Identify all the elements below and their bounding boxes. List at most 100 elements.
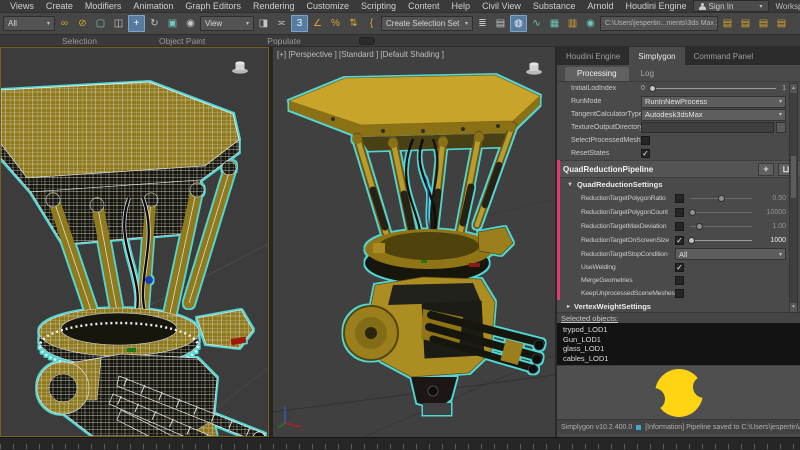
rectangular-selection-region-icon[interactable]: ▢	[92, 15, 109, 32]
project-folder-icon[interactable]: ▤	[773, 15, 790, 32]
unlink-selection-icon[interactable]: ⊘	[74, 15, 91, 32]
maxscript-icon[interactable]: {	[363, 15, 380, 32]
add-pipeline-icon[interactable]: +	[758, 162, 774, 176]
polygoncount-checkbox[interactable]	[675, 207, 684, 217]
rendered-frame-icon[interactable]: ▥	[564, 15, 581, 32]
select-and-scale-icon[interactable]: ▣	[164, 15, 181, 32]
polygoncount-slider[interactable]	[689, 208, 752, 216]
onscreensize-slider[interactable]	[688, 236, 752, 244]
keepunprocessed-checkbox[interactable]	[675, 289, 684, 298]
user-icon	[698, 2, 706, 10]
scroll-up-icon[interactable]: ▲	[790, 84, 797, 93]
layer-explorer-icon[interactable]: ▤	[492, 15, 509, 32]
ribbon-tab-populate[interactable]: Populate	[267, 36, 301, 46]
polygonratio-checkbox[interactable]	[675, 193, 684, 203]
project-folder-icon[interactable]: ▤	[719, 15, 736, 32]
tab-processing[interactable]: Processing	[565, 67, 629, 81]
scroll-down-icon[interactable]: ▼	[790, 303, 797, 312]
menu-help[interactable]: Help	[446, 1, 477, 11]
viewport-left[interactable]	[0, 47, 269, 437]
row-reductiontargetpolygoncount: ReductionTargetPolygonCount 10000	[581, 207, 786, 217]
menu-graph-editors[interactable]: Graph Editors	[179, 1, 247, 11]
project-folder-icon[interactable]: ▤	[737, 15, 754, 32]
selected-objects-list[interactable]: trypod_LOD1 Gun_LOD1 glass_LOD1 cables_L…	[557, 323, 800, 365]
named-selection-set-input[interactable]: Create Selection Set ▾	[381, 16, 473, 31]
browse-button[interactable]	[776, 122, 786, 133]
menu-civil-view[interactable]: Civil View	[476, 1, 527, 11]
runmode-select[interactable]: RunInNewProcess ▾	[641, 95, 786, 108]
render-setup-icon[interactable]: ▦	[546, 15, 563, 32]
selectprocessedmeshes-checkbox[interactable]	[641, 136, 650, 145]
viewport-right[interactable]: [+] [Perspective ] [Standard ] [Default …	[273, 47, 555, 437]
menu-substance[interactable]: Substance	[527, 1, 582, 11]
project-folder-icon[interactable]: ▤	[755, 15, 772, 32]
mergegeometries-checkbox[interactable]	[675, 276, 684, 285]
viewport-left-canvas[interactable]	[1, 48, 268, 436]
viewcube-hat-icon[interactable]	[231, 60, 249, 74]
usewelding-checkbox[interactable]: ✓	[675, 263, 684, 272]
quadreductionsettings-header[interactable]: ▼ QuadReductionSettings	[557, 178, 800, 191]
stopcondition-select[interactable]: All ▾	[675, 248, 786, 260]
material-editor-icon[interactable]: ◍	[510, 15, 527, 32]
vertexweightsettings-header[interactable]: ▸ VertexWeightSettings	[557, 300, 800, 312]
select-and-link-icon[interactable]: ∞	[56, 15, 73, 32]
row-selectprocessedmeshes: SelectProcessedMeshes	[557, 134, 800, 147]
sign-in-button[interactable]: Sign In ▾	[692, 0, 769, 12]
menu-animation[interactable]: Animation	[127, 1, 179, 11]
ribbon-tab-selection[interactable]: Selection	[62, 36, 97, 46]
reference-coordinate-select[interactable]: View ▾	[200, 16, 254, 31]
simplygon-version: Simplygon v10.2.400.0	[561, 423, 633, 431]
render-production-icon[interactable]: ◉	[582, 15, 599, 32]
menu-modifiers[interactable]: Modifiers	[79, 1, 128, 11]
window-crossing-icon[interactable]: ◫	[110, 15, 127, 32]
main-toolbar: All ▾ ∞ ⊘ ▢ ◫ + ↻ ▣ ◉ View ▾ ◨ ≍ 3 ∠ % ⇅ {…	[0, 13, 800, 35]
quadreductionpipeline-header: QuadReductionPipeline + ⊔	[557, 160, 800, 178]
list-item[interactable]: glass_LOD1	[563, 344, 800, 354]
menu-customize[interactable]: Customize	[300, 1, 355, 11]
viewcube-hat-icon[interactable]	[525, 61, 543, 75]
ribbon-tab-object-paint[interactable]: Object Paint	[159, 36, 205, 46]
menu-views[interactable]: Views	[4, 1, 40, 11]
menu-arnold[interactable]: Arnold	[581, 1, 619, 11]
tangentcalculatortype-select[interactable]: Autodesk3dsMax ▾	[641, 108, 786, 121]
mirror-icon[interactable]: ◨	[255, 15, 272, 32]
select-and-move-icon[interactable]: +	[128, 15, 145, 32]
tab-simplygon[interactable]: Simplygon	[629, 47, 685, 65]
onscreensize-checkbox[interactable]: ✓	[675, 235, 684, 245]
scrollbar-thumb[interactable]	[791, 156, 796, 198]
menu-houdini-engine[interactable]: Houdini Engine	[619, 1, 692, 11]
tab-log[interactable]: Log	[629, 67, 666, 81]
curve-editor-icon[interactable]: ∿	[528, 15, 545, 32]
panel-scrollbar[interactable]: ▲ ▼	[789, 83, 798, 313]
menu-rendering[interactable]: Rendering	[247, 1, 301, 11]
maxdeviation-checkbox[interactable]	[675, 221, 684, 231]
textureoutputdirectory-input[interactable]	[641, 122, 774, 133]
menu-scripting[interactable]: Scripting	[355, 1, 402, 11]
select-and-rotate-icon[interactable]: ↻	[146, 15, 163, 32]
tab-houdini-engine[interactable]: Houdini Engine	[557, 47, 629, 65]
project-path-select[interactable]: C:\Users\jespertin...ments\3ds Max 202▾	[600, 16, 718, 31]
ribbon-config-icon[interactable]	[358, 36, 375, 45]
scene-explorer-icon[interactable]: ≣	[474, 15, 491, 32]
initiallodindex-slider[interactable]	[649, 85, 777, 92]
angle-snap-icon[interactable]: ∠	[309, 15, 326, 32]
selection-filter-select[interactable]: All ▾	[3, 16, 55, 31]
snaps-toggle-icon[interactable]: 3	[291, 15, 308, 32]
row-textureoutputdirectory: TextureOutputDirectory	[557, 121, 800, 134]
viewport-right-canvas[interactable]	[273, 47, 555, 437]
menu-content[interactable]: Content	[402, 1, 446, 11]
resetstates-checkbox[interactable]: ✓	[641, 149, 650, 158]
tab-command-panel[interactable]: Command Panel	[685, 47, 763, 65]
time-slider-track[interactable]	[0, 437, 800, 450]
list-item[interactable]: cables_LOD1	[563, 354, 800, 364]
list-item[interactable]: Gun_LOD1	[563, 335, 800, 345]
list-item[interactable]: trypod_LOD1	[563, 325, 800, 335]
percent-snap-icon[interactable]: %	[327, 15, 344, 32]
polygonratio-slider[interactable]	[690, 194, 752, 202]
quick-align-icon[interactable]: ≍	[273, 15, 290, 32]
viewport-label[interactable]: [+] [Perspective ] [Standard ] [Default …	[277, 50, 444, 59]
maxdeviation-slider[interactable]	[690, 222, 752, 230]
use-pivot-center-icon[interactable]: ◉	[182, 15, 199, 32]
spinner-snap-icon[interactable]: ⇅	[345, 15, 362, 32]
menu-create[interactable]: Create	[40, 1, 79, 11]
